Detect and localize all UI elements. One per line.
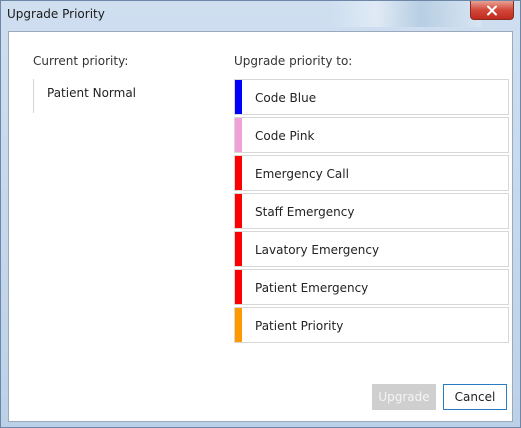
- priority-option-label: Emergency Call: [255, 167, 349, 181]
- titlebar-background-decor: [331, 1, 481, 27]
- current-priority-box: Patient Normal: [33, 79, 144, 113]
- priority-color-swatch: [235, 270, 242, 304]
- upgrade-button[interactable]: Upgrade: [372, 384, 436, 410]
- priority-color-swatch: [235, 156, 242, 190]
- priority-option-label: Code Pink: [255, 129, 315, 143]
- cancel-button[interactable]: Cancel: [443, 384, 507, 410]
- priority-option-label: Patient Emergency: [255, 281, 369, 295]
- priority-color-swatch: [235, 118, 242, 152]
- priority-color-swatch: [235, 194, 242, 228]
- priority-option-label: Code Blue: [255, 91, 317, 105]
- priority-option-label: Staff Emergency: [255, 205, 355, 219]
- upgrade-priority-window: Upgrade Priority Current priority: Patie…: [0, 0, 521, 428]
- priority-option-staff-emergency[interactable]: Staff Emergency: [234, 193, 509, 229]
- priority-color-swatch: [235, 80, 242, 114]
- current-priority-value: Patient Normal: [47, 86, 137, 100]
- close-icon: [487, 5, 497, 15]
- priority-option-code-pink[interactable]: Code Pink: [234, 117, 509, 153]
- upgrade-priority-label: Upgrade priority to:: [234, 54, 353, 68]
- dialog-content: Current priority: Patient Normal Upgrade…: [8, 31, 513, 422]
- close-button[interactable]: [470, 1, 514, 20]
- priority-option-patient-emergency[interactable]: Patient Emergency: [234, 269, 509, 305]
- priority-option-code-blue[interactable]: Code Blue: [234, 79, 509, 115]
- priority-option-emergency-call[interactable]: Emergency Call: [234, 155, 509, 191]
- priority-option-label: Patient Priority: [255, 319, 344, 333]
- priority-option-lavatory-emergency[interactable]: Lavatory Emergency: [234, 231, 509, 267]
- priority-option-label: Lavatory Emergency: [255, 243, 380, 257]
- priority-options-list: Code Blue Code Pink Emergency Call Staff…: [234, 79, 509, 345]
- priority-color-swatch: [235, 232, 242, 266]
- priority-color-swatch: [235, 308, 242, 342]
- priority-option-patient-priority[interactable]: Patient Priority: [234, 307, 509, 343]
- current-priority-label: Current priority:: [33, 54, 129, 68]
- titlebar[interactable]: Upgrade Priority: [1, 1, 520, 31]
- window-title: Upgrade Priority: [7, 7, 105, 21]
